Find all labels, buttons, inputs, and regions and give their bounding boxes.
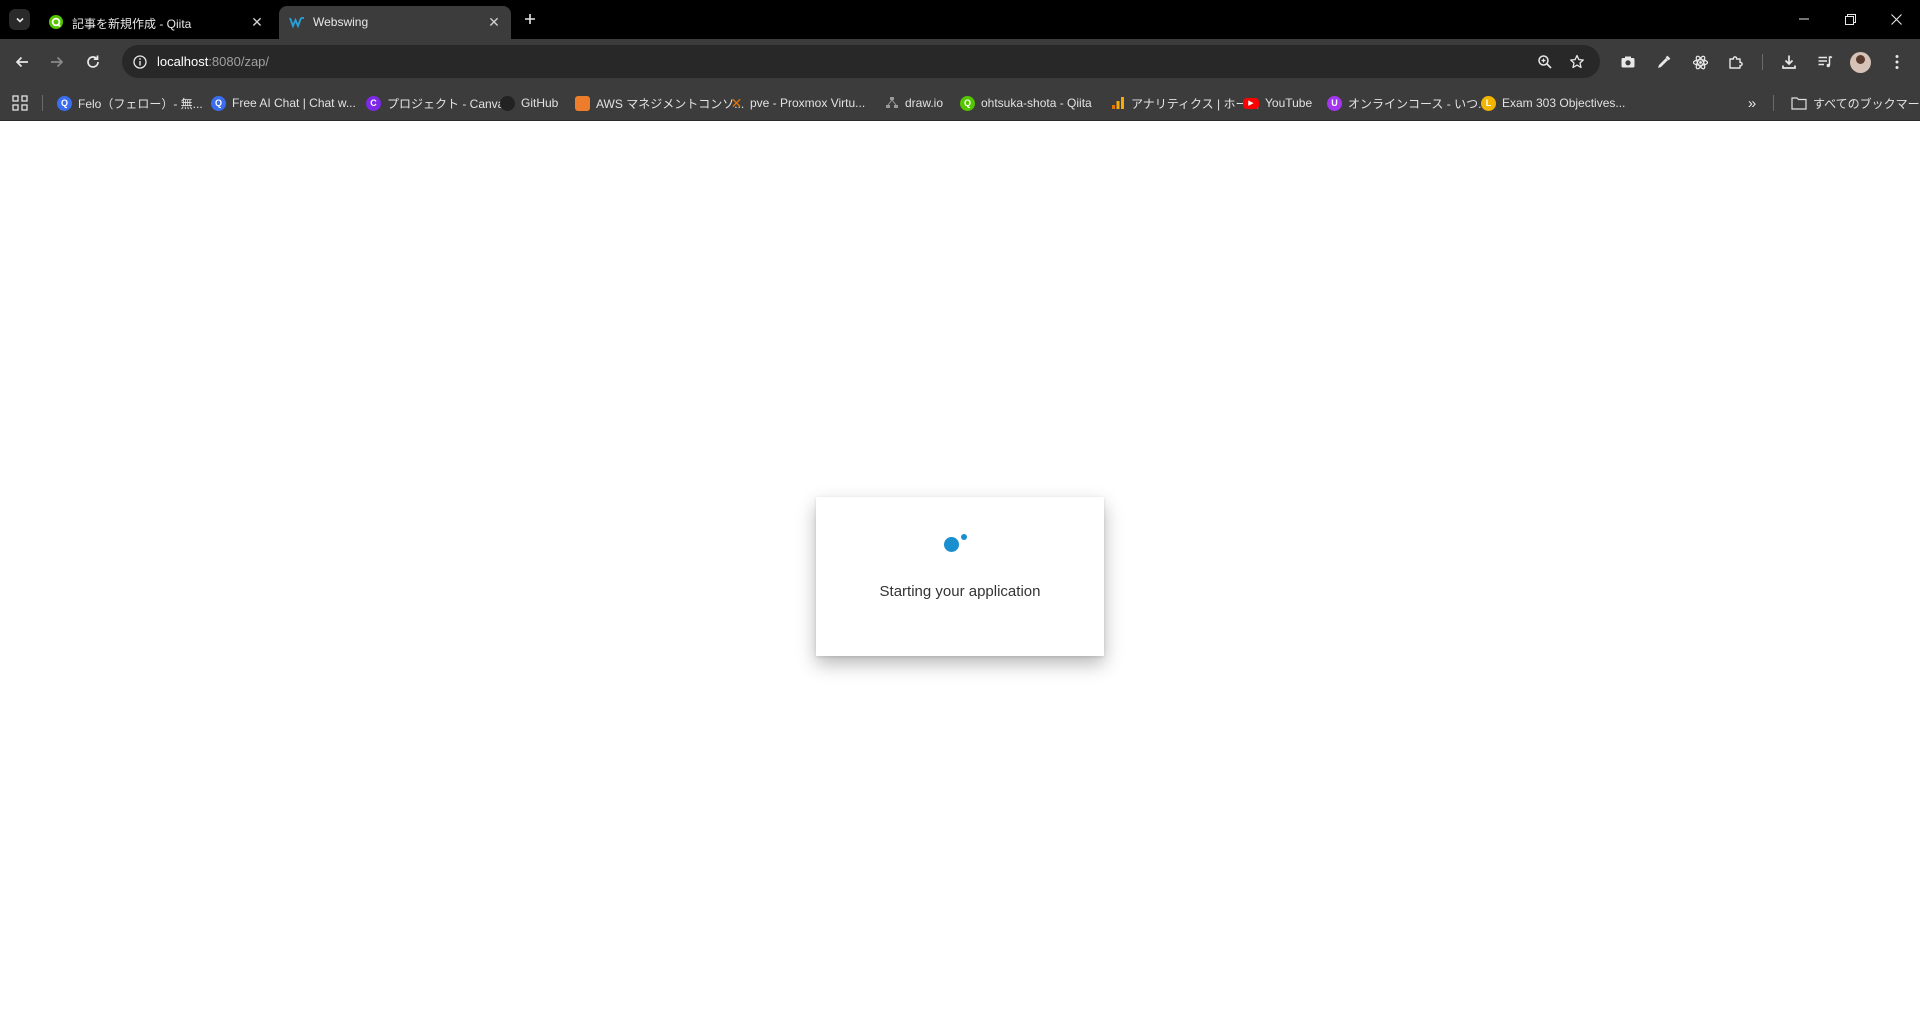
address-bar[interactable]: localhost:8080/zap/ xyxy=(122,45,1600,78)
more-bookmarks-chevron-icon[interactable]: » xyxy=(1743,94,1761,112)
bookmark-drawio[interactable]: draw.io xyxy=(884,94,943,112)
analytics-icon xyxy=(1110,96,1125,111)
page-content: Starting your application xyxy=(0,121,1920,1032)
apps-grid-icon[interactable] xyxy=(11,94,29,112)
zoom-icon[interactable] xyxy=(1535,52,1555,72)
bookmark-star-icon[interactable] xyxy=(1567,52,1587,72)
bookmark-felo[interactable]: Q Felo（フェロー）- 無... xyxy=(57,94,203,112)
aws-icon xyxy=(575,95,590,111)
reload-button[interactable] xyxy=(82,51,104,73)
spinner-dot-large xyxy=(944,537,959,552)
bookmarks-divider xyxy=(42,95,43,111)
close-icon[interactable]: ✕ xyxy=(248,13,266,31)
bookmark-label: YouTube xyxy=(1265,96,1313,110)
restore-icon xyxy=(1844,13,1856,25)
url-path: :8080/zap/ xyxy=(208,54,270,69)
folder-icon xyxy=(1791,97,1807,110)
browser-toolbar: localhost:8080/zap/ xyxy=(0,39,1920,85)
bookmark-github[interactable]: GitHub xyxy=(500,94,558,112)
spinner-dot-small xyxy=(961,534,967,540)
toolbar-divider xyxy=(1762,54,1763,70)
bookmark-youtube[interactable]: ▶ YouTube xyxy=(1243,94,1312,112)
url-text: localhost:8080/zap/ xyxy=(157,54,269,69)
bookmark-analytics[interactable]: アナリティクス | ホーム xyxy=(1110,94,1259,112)
proxmox-icon: ✕ xyxy=(730,94,743,111)
bookmarks-divider xyxy=(1773,95,1774,111)
react-devtools-icon[interactable] xyxy=(1689,51,1711,73)
bookmark-exam-303[interactable]: L Exam 303 Objectives... xyxy=(1481,94,1625,112)
minimize-button[interactable] xyxy=(1792,9,1816,29)
tab-search-button[interactable] xyxy=(9,9,30,30)
close-icon[interactable]: ✕ xyxy=(485,13,503,31)
close-window-button[interactable] xyxy=(1884,9,1908,29)
bookmark-label: draw.io xyxy=(905,96,944,110)
kebab-menu-icon[interactable] xyxy=(1886,51,1908,73)
bookmarks-bar: Q Felo（フェロー）- 無... Q Free AI Chat | Chat… xyxy=(0,85,1920,121)
bookmark-label: Felo（フェロー）- 無... xyxy=(78,96,203,111)
qiita-icon xyxy=(48,14,64,30)
bookmark-label: プロジェクト - Canva xyxy=(387,96,505,111)
lpi-icon: L xyxy=(1481,95,1496,111)
forward-button[interactable] xyxy=(46,51,68,73)
bookmark-aws[interactable]: AWS マネジメントコンソ... xyxy=(575,94,744,112)
loading-message: Starting your application xyxy=(879,583,1041,600)
media-control-icon[interactable] xyxy=(1814,51,1836,73)
site-info-icon[interactable] xyxy=(131,53,148,70)
felo-icon: Q xyxy=(57,95,72,111)
reload-icon xyxy=(87,55,99,68)
arrow-left-icon xyxy=(15,56,28,68)
github-icon xyxy=(500,95,515,111)
bookmark-label: オンラインコース - いつ... xyxy=(1348,96,1489,111)
bookmark-label: GitHub xyxy=(521,96,559,110)
tab-title: Webswing xyxy=(313,15,369,29)
loading-spinner xyxy=(940,532,968,552)
bookmark-label: AWS マネジメントコンソ... xyxy=(596,96,745,111)
all-bookmarks-label: すべてのブックマーク xyxy=(1813,96,1920,111)
download-icon[interactable] xyxy=(1778,51,1800,73)
restore-button[interactable] xyxy=(1838,9,1862,29)
webswing-icon xyxy=(289,14,305,30)
drawio-icon xyxy=(884,96,899,111)
canva-icon: C xyxy=(366,95,381,111)
bookmark-free-ai-chat[interactable]: Q Free AI Chat | Chat w... xyxy=(211,94,356,112)
chevron-down-icon xyxy=(15,17,24,23)
youtube-icon: ▶ xyxy=(1243,97,1259,109)
bookmark-label: Free AI Chat | Chat w... xyxy=(232,96,356,110)
url-host: localhost xyxy=(157,54,209,69)
plus-icon xyxy=(525,14,535,24)
avatar[interactable] xyxy=(1850,52,1871,73)
all-bookmarks-folder[interactable]: すべてのブックマーク xyxy=(1791,94,1920,112)
tab-strip: 記事を新規作成 - Qiita ✕ Webswing ✕ xyxy=(0,0,1920,39)
bookmark-label: ohtsuka-shota - Qiita xyxy=(981,96,1092,110)
bookmark-udemy[interactable]: U オンラインコース - いつ... xyxy=(1327,94,1488,112)
close-icon xyxy=(1890,13,1902,25)
extensions-icon[interactable] xyxy=(1725,51,1747,73)
back-button[interactable] xyxy=(11,51,33,73)
udemy-icon: U xyxy=(1327,95,1342,111)
tab-title: 記事を新規作成 - Qiita xyxy=(72,17,192,31)
minimize-icon xyxy=(1799,18,1809,20)
tab-webswing[interactable]: Webswing ✕ xyxy=(279,6,511,39)
new-tab-button[interactable] xyxy=(520,9,540,29)
camera-icon[interactable] xyxy=(1617,51,1639,73)
tab-qiita[interactable]: 記事を新規作成 - Qiita ✕ xyxy=(38,6,274,39)
bookmark-canva[interactable]: C プロジェクト - Canva xyxy=(366,94,504,112)
chat-icon: Q xyxy=(211,95,226,111)
arrow-right-icon xyxy=(51,56,64,68)
qiita-icon: Q xyxy=(960,95,975,111)
bookmark-proxmox[interactable]: ✕ pve - Proxmox Virtu... xyxy=(729,94,866,112)
bookmark-label: pve - Proxmox Virtu... xyxy=(750,96,866,110)
bookmark-label: Exam 303 Objectives... xyxy=(1502,96,1626,110)
loading-dialog: Starting your application xyxy=(816,497,1104,656)
bookmark-label: アナリティクス | ホーム xyxy=(1131,96,1260,111)
eyedropper-icon[interactable] xyxy=(1653,51,1675,73)
bookmark-ohtsuka-qiita[interactable]: Q ohtsuka-shota - Qiita xyxy=(960,94,1092,112)
